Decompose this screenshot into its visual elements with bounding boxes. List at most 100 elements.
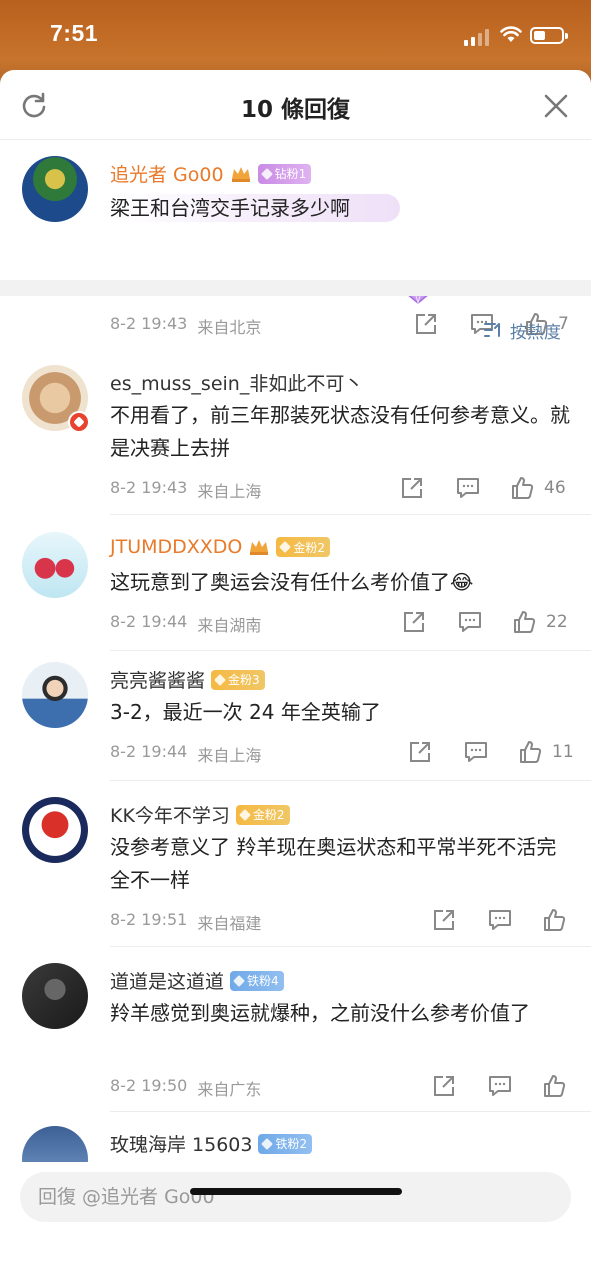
like-icon[interactable] (512, 610, 536, 634)
section-separator (0, 280, 591, 296)
comment-meta: 8-2 19:44 来自上海 (110, 742, 261, 766)
comment-text: 梁王和台湾交手记录多少啊 (110, 194, 400, 222)
divider (110, 946, 591, 947)
reply-sheet: 10 條回復 追光者 Go00 钻粉1 梁王和台湾交手记录多少啊 8-2 19:… (0, 70, 591, 1280)
fan-badge-label: 金粉3 (228, 673, 260, 687)
comment-location: 来自湖南 (197, 616, 262, 635)
reply-icon[interactable] (458, 610, 482, 634)
avatar[interactable] (22, 532, 88, 598)
comment-item: KK今年不学习 金粉2 没参考意义了 羚羊现在奥运状态和平常半死不活完全不一样 … (0, 797, 591, 957)
reply-icon[interactable] (488, 1074, 512, 1098)
sort-by-hot-button[interactable]: 按熱度 (484, 318, 561, 343)
divider (110, 780, 591, 781)
comment-meta: 8-2 19:50 来自广东 (110, 1076, 261, 1100)
share-icon[interactable] (408, 740, 432, 764)
comment-actions: 22 (402, 610, 572, 636)
fan-badge: 钻粉1 (257, 163, 312, 184)
fan-badge: 金粉2 (235, 804, 290, 825)
comment-text-wrap: 梁王和台湾交手记录多少啊 (110, 192, 430, 225)
comment-actions: 11 (408, 740, 578, 766)
comment-meta: 8-2 19:43 来自北京 (110, 314, 261, 338)
username-row: 追光者 Go00 钻粉1 (110, 160, 312, 187)
username[interactable]: 玫瑰海岸 15603 (110, 1130, 252, 1157)
crown-icon (248, 537, 270, 557)
close-icon[interactable] (543, 93, 569, 119)
divider (110, 514, 591, 515)
share-icon[interactable] (402, 610, 426, 634)
comment-text: 3-2，最近一次 24 年全英输了 (110, 700, 381, 724)
comment-item: es_muss_sein_非如此不可丶 不用看了，前三年那装死状态没有任何参考意… (0, 365, 591, 515)
comment-text: 这玩意到了奥运会没有任什么考价值了😂 (110, 570, 474, 594)
reply-icon[interactable] (488, 908, 512, 932)
comment-location: 来自北京 (197, 318, 262, 337)
avatar[interactable] (22, 156, 88, 222)
username[interactable]: KK今年不学习 (110, 801, 230, 828)
avatar[interactable] (22, 662, 88, 728)
username[interactable]: 道道是这道道 (110, 967, 224, 994)
divider (110, 650, 591, 651)
username-row: JTUMDDXXDO 金粉2 (110, 536, 331, 558)
reply-input[interactable]: 回復 @追光者 Go00 (20, 1172, 571, 1222)
share-icon[interactable] (432, 908, 456, 932)
like-icon[interactable] (510, 476, 534, 500)
username-row: KK今年不学习 金粉2 (110, 801, 290, 828)
sort-label: 按熱度 (510, 322, 561, 343)
comment-location: 来自广东 (197, 1080, 262, 1099)
username-row: 玫瑰海岸 15603 铁粉2 (110, 1130, 313, 1157)
like-icon[interactable] (518, 740, 542, 764)
fan-badge: 金粉2 (276, 537, 331, 557)
comment-location: 来自福建 (197, 914, 262, 933)
fan-badge: 铁粉2 (258, 1133, 313, 1154)
wifi-icon (500, 26, 522, 42)
share-icon[interactable] (414, 312, 438, 336)
sort-icon (484, 323, 500, 337)
comment-meta: 8-2 19:43 来自上海 (110, 478, 261, 502)
like-icon[interactable] (542, 908, 566, 932)
avatar[interactable] (22, 963, 88, 1029)
username-row: es_muss_sein_非如此不可丶 (110, 369, 363, 396)
username[interactable]: 亮亮酱酱酱 (110, 666, 205, 693)
fan-badge: 铁粉4 (230, 970, 284, 991)
comment-time: 8-2 19:43 (110, 478, 188, 497)
comment-text: 不用看了，前三年那装死状态没有任何参考意义。就是决赛上去拼 (110, 403, 570, 460)
avatar[interactable] (22, 797, 88, 863)
home-indicator[interactable] (190, 1188, 402, 1195)
comment-item: JTUMDDXXDO 金粉2 这玩意到了奥运会没有任什么考价值了😂 8-2 19… (0, 532, 591, 662)
comment-text: 没参考意义了 羚羊现在奥运状态和平常半死不活完全不一样 (110, 835, 557, 892)
username[interactable]: 追光者 Go00 (110, 160, 224, 187)
comment-time: 8-2 19:44 (110, 742, 188, 761)
battery-icon (530, 27, 568, 44)
comment-location: 来自上海 (197, 746, 262, 765)
divider (110, 1111, 591, 1112)
comment-actions (432, 1074, 572, 1100)
comment-meta: 8-2 19:44 来自湖南 (110, 612, 261, 636)
avatar[interactable] (22, 1126, 88, 1162)
like-icon[interactable] (542, 1074, 566, 1098)
like-count: 11 (552, 742, 574, 762)
comment-location: 来自上海 (197, 482, 262, 501)
comment-item: 玫瑰海岸 15603 铁粉2 (0, 1126, 591, 1162)
reply-icon[interactable] (464, 740, 488, 764)
share-icon[interactable] (432, 1074, 456, 1098)
reply-icon[interactable] (456, 476, 480, 500)
comment-time: 8-2 19:43 (110, 314, 188, 333)
comment-actions (432, 908, 572, 934)
fan-badge: 金粉3 (211, 669, 265, 690)
username[interactable]: es_muss_sein_非如此不可丶 (110, 369, 363, 396)
fan-badge-label: 金粉2 (252, 808, 285, 822)
root-comment: 追光者 Go00 钻粉1 梁王和台湾交手记录多少啊 8-2 19:43 来自北京… (0, 140, 591, 337)
comment-actions: 46 (400, 476, 570, 502)
comment-time: 8-2 19:50 (110, 1076, 188, 1095)
fan-badge-label: 铁粉2 (275, 1137, 308, 1151)
sheet-header: 10 條回復 (0, 70, 591, 140)
comment-meta: 8-2 19:51 来自福建 (110, 910, 261, 934)
crown-icon (230, 164, 252, 184)
cellular-signal-icon (464, 28, 492, 46)
sheet-title: 10 條回復 (240, 97, 350, 123)
comment-time: 8-2 19:44 (110, 612, 188, 631)
like-count: 22 (546, 612, 568, 632)
share-icon[interactable] (400, 476, 424, 500)
fan-badge-label: 钻粉1 (274, 167, 307, 181)
username[interactable]: JTUMDDXXDO (110, 536, 242, 558)
comment-time: 8-2 19:51 (110, 910, 188, 929)
